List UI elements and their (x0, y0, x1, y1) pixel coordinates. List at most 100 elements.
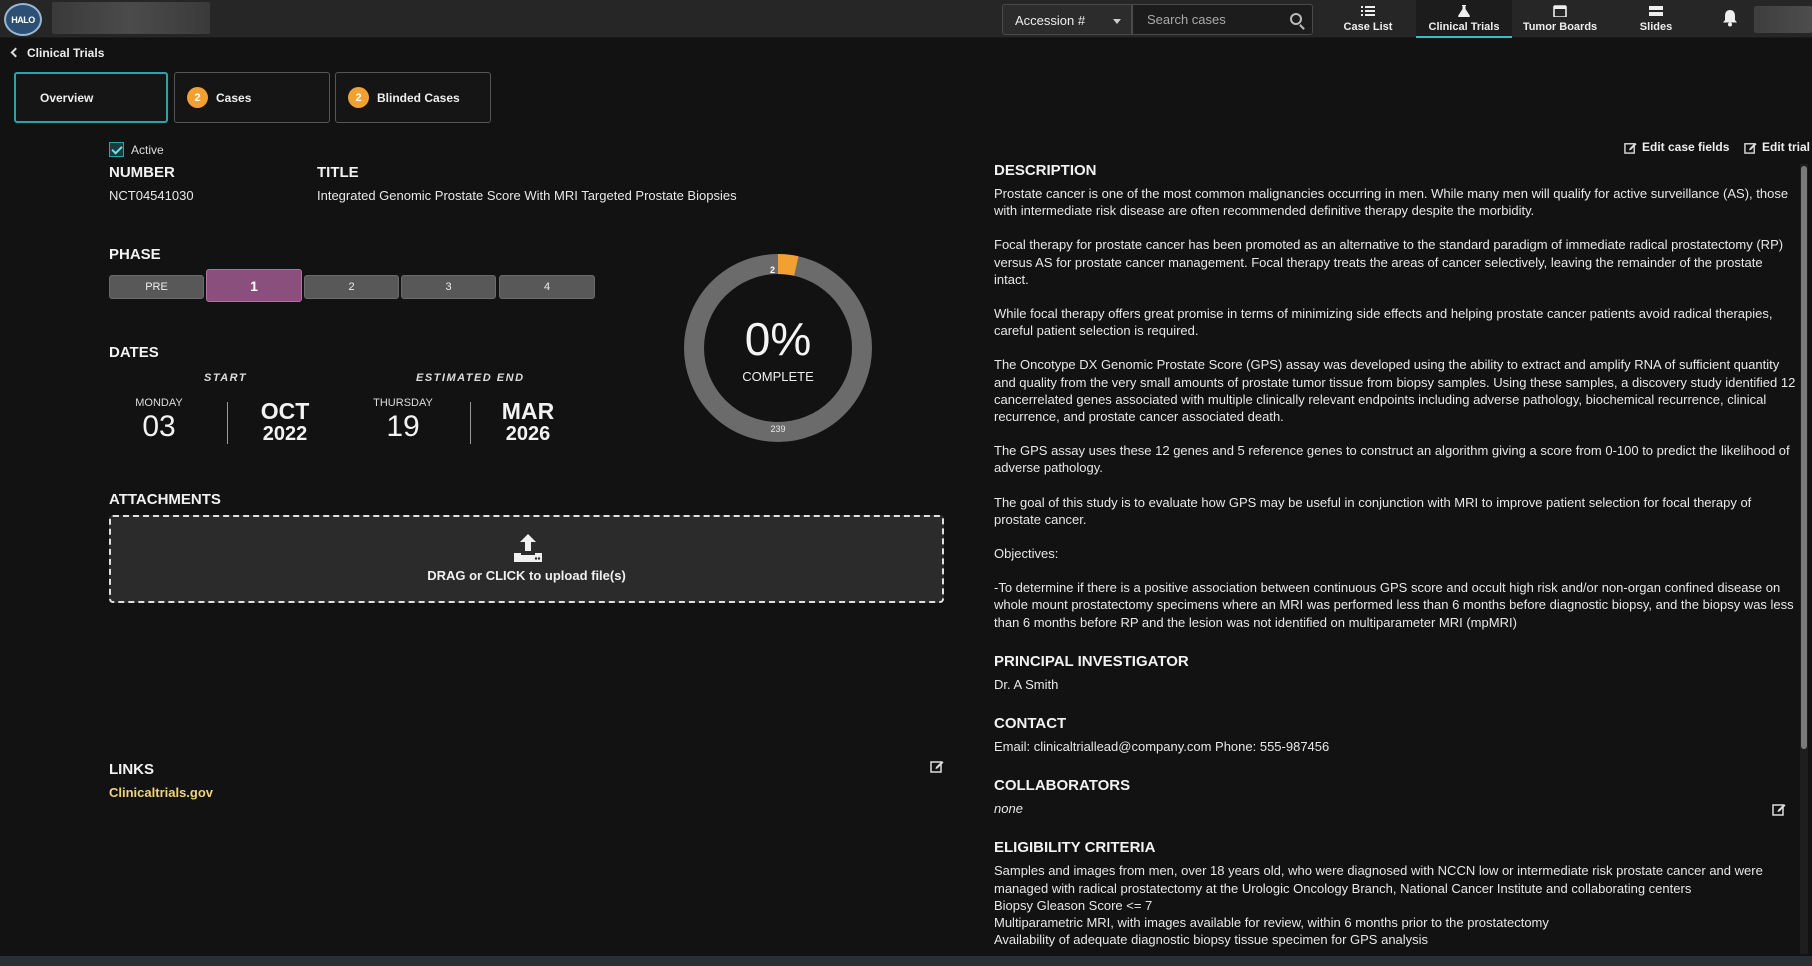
flask-icon (1458, 5, 1470, 17)
chevron-left-icon (10, 47, 21, 58)
count-badge: 2 (348, 87, 369, 108)
description-paragraph: The Oncotype DX Genomic Prostate Score (… (994, 357, 1796, 425)
nav-label: Clinical Trials (1428, 21, 1500, 33)
chevron-down-icon (1113, 19, 1121, 24)
edit-case-fields-button[interactable]: Edit case fields (1624, 140, 1729, 154)
nav-slides[interactable]: Slides (1608, 0, 1704, 38)
total-target: 239 (770, 424, 786, 434)
edit-collaborators-icon[interactable] (1772, 802, 1786, 816)
date-divider (470, 402, 471, 444)
accession-select[interactable]: Accession # (1002, 4, 1132, 35)
phase-3-button[interactable]: 3 (401, 275, 496, 299)
description-paragraph: -To determine if there is a positive ass… (994, 580, 1794, 630)
tab-blinded-cases[interactable]: 2 Blinded Cases (335, 72, 491, 123)
edit-trial-label: Edit trial (1762, 140, 1811, 154)
end-day: 19 (386, 410, 420, 443)
halo-logo[interactable]: HALO (4, 3, 42, 36)
edit-icon (1624, 142, 1637, 154)
search-box (1132, 4, 1313, 35)
number-heading: NUMBER (109, 164, 175, 181)
end-year: 2026 (505, 423, 551, 445)
eligibility-heading: ELIGIBILITY CRITERIA (994, 839, 1156, 857)
start-weekday: MONDAY (135, 397, 183, 409)
phase-1-button[interactable]: 1 (206, 269, 302, 302)
active-label: Active (131, 142, 164, 157)
attachments-heading: ATTACHMENTS (109, 491, 221, 508)
description-paragraph: While focal therapy offers great promise… (994, 306, 1773, 339)
nav-tumor-boards[interactable]: Tumor Boards (1512, 0, 1608, 38)
nav-label: Tumor Boards (1522, 21, 1598, 33)
start-day: 03 (142, 410, 176, 443)
description-paragraph: The GPS assay uses these 12 genes and 5 … (994, 443, 1790, 476)
edit-links-icon[interactable] (930, 759, 944, 773)
slides-icon (1649, 6, 1663, 16)
top-navigation-bar: HALO Accession # Case List Clinical Tria… (0, 0, 1812, 38)
file-upload-dropzone[interactable]: DRAG or CLICK to upload file(s) (109, 515, 944, 603)
title-heading: TITLE (317, 164, 359, 181)
edit-case-fields-label: Edit case fields (1642, 140, 1730, 154)
search-icon[interactable] (1290, 13, 1302, 25)
contact-info: Email: clinicaltriallead@company.com Pho… (994, 739, 1330, 755)
accession-select-value: Accession # (1015, 13, 1086, 28)
nav-label: Slides (1639, 21, 1673, 33)
search-input[interactable] (1133, 5, 1283, 34)
eligibility-line: Availability of adequate diagnostic biop… (994, 932, 1429, 948)
scrollbar-thumb[interactable] (1801, 166, 1807, 749)
count-badge: 2 (187, 87, 208, 108)
phase-4-button[interactable]: 4 (499, 275, 595, 299)
end-caption: ESTIMATED END (416, 372, 525, 384)
tab-label: Overview (40, 90, 94, 105)
eligibility-line: Multiparametric MRI, with images availab… (994, 915, 1549, 931)
tab-label: Cases (216, 90, 252, 105)
breadcrumb-label: Clinical Trials (27, 46, 105, 60)
nav-clinical-trials[interactable]: Clinical Trials (1416, 0, 1512, 38)
organization-name-redacted (52, 2, 210, 34)
complete-label: COMPLETE (742, 369, 814, 384)
percent-complete: 0% (744, 313, 812, 365)
description-heading: DESCRIPTION (994, 162, 1097, 179)
contact-heading: CONTACT (994, 715, 1067, 733)
tab-cases[interactable]: 2 Cases (174, 72, 330, 123)
end-weekday: THURSDAY (373, 397, 433, 409)
collaborators-value: none (994, 801, 1023, 817)
trial-number: NCT04541030 (109, 188, 194, 203)
trial-title: Integrated Genomic Prostate Score With M… (317, 188, 737, 203)
start-caption: START (204, 372, 248, 384)
scrollbar[interactable] (1800, 164, 1808, 954)
start-month: OCT (260, 398, 310, 424)
trial-details-panel[interactable]: DESCRIPTION Prostate cancer is one of th… (994, 162, 1796, 956)
calendar-icon (1553, 5, 1567, 17)
pi-heading: PRINCIPAL INVESTIGATOR (994, 652, 1189, 670)
edit-icon (1744, 142, 1757, 154)
start-year: 2022 (262, 423, 308, 445)
edit-trial-button[interactable]: Edit trial (1744, 140, 1810, 154)
list-icon (1361, 6, 1375, 16)
clinicaltrials-link[interactable]: Clinicaltrials.gov (109, 785, 213, 800)
window-bottom-edge (0, 956, 1812, 966)
phase-pre-button[interactable]: PRE (109, 275, 204, 299)
phase-heading: PHASE (109, 246, 161, 263)
links-heading: LINKS (109, 761, 154, 778)
date-divider (227, 402, 228, 444)
breadcrumb[interactable]: Clinical Trials (10, 46, 105, 60)
eligibility-line: Biopsy Gleason Score <= 7 (994, 897, 1153, 913)
user-menu-redacted[interactable] (1754, 6, 1812, 33)
upload-instructions: DRAG or CLICK to upload file(s) (427, 568, 626, 583)
progress-ring-segment (777, 254, 799, 276)
nav-case-list[interactable]: Case List (1320, 0, 1416, 38)
dates-heading: DATES (109, 344, 159, 361)
tab-label: Blinded Cases (377, 90, 460, 105)
phase-2-button[interactable]: 2 (304, 275, 399, 299)
eligibility-line: Samples and images from men, over 18 yea… (994, 863, 1763, 896)
nav-label: Case List (1343, 21, 1393, 33)
bell-icon[interactable] (1722, 9, 1738, 27)
active-checkbox[interactable] (109, 142, 124, 157)
description-paragraph: The goal of this study is to evaluate ho… (994, 494, 1752, 527)
collaborators-heading: COLLABORATORS (994, 777, 1131, 795)
active-toggle[interactable]: Active (109, 142, 164, 157)
description-paragraph: Prostate cancer is one of the most commo… (994, 186, 1789, 219)
description-paragraph: Focal therapy for prostate cancer has be… (994, 237, 1784, 287)
tab-overview[interactable]: Overview (14, 72, 168, 123)
upload-icon (514, 534, 542, 562)
principal-investigator: Dr. A Smith (994, 676, 1059, 692)
